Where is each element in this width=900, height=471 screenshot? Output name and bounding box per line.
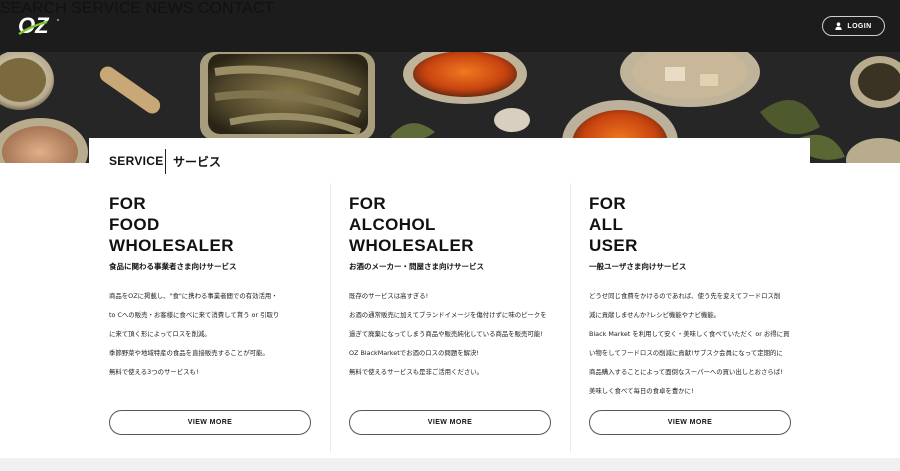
card-heading: FOR FOOD WHOLESALER bbox=[109, 194, 234, 255]
card-heading: FOR ALCOHOL WHOLESALER bbox=[349, 194, 474, 255]
user-icon bbox=[835, 22, 843, 30]
card-tagline: お酒のメーカー・問屋さま向けサービス bbox=[349, 262, 484, 271]
nav-news[interactable]: NEWS bbox=[146, 0, 194, 17]
right-margin bbox=[810, 163, 900, 471]
card-description: 商品をOZに掲載し、"食"に携わる事業者間での有効活用・ to Cへの販売・お客… bbox=[109, 292, 280, 376]
card-tagline: 一般ユーザさま向けサービス bbox=[589, 262, 687, 271]
view-more-button-alcohol[interactable]: VIEW MORE bbox=[349, 410, 551, 435]
login-button[interactable]: LOGIN bbox=[822, 16, 885, 36]
nav-contact[interactable]: CONTACT bbox=[198, 0, 274, 17]
card-heading: FOR ALL USER bbox=[589, 194, 638, 255]
section-title: SERVICE bbox=[109, 154, 164, 168]
view-more-button-user[interactable]: VIEW MORE bbox=[589, 410, 791, 435]
footer-band bbox=[0, 458, 900, 471]
service-card-food: FOR FOOD WHOLESALER 食品に関わる事業者さま向けサービス 商品… bbox=[89, 183, 329, 453]
oz-logo[interactable]: OZ bbox=[17, 12, 61, 40]
section-divider bbox=[165, 149, 166, 174]
service-card-user: FOR ALL USER 一般ユーザさま向けサービス どうせ同じ食費をかけるので… bbox=[569, 183, 809, 453]
view-more-button-food[interactable]: VIEW MORE bbox=[109, 410, 311, 435]
left-margin bbox=[0, 163, 89, 471]
card-description: どうせ同じ食費をかけるのであれば、使う先を変えてフードロス削 減に貢献しませんか… bbox=[589, 292, 790, 395]
card-description: 既存のサービスは高すぎる! お酒の通常販売に加えてブランドイメージを傷付けずに味… bbox=[349, 292, 547, 376]
service-card-alcohol: FOR ALCOHOL WHOLESALER お酒のメーカー・問屋さま向けサービ… bbox=[329, 183, 569, 453]
login-label: LOGIN bbox=[847, 22, 872, 30]
nav-service[interactable]: SERVICE bbox=[71, 0, 141, 17]
section-subtitle: サービス bbox=[173, 155, 222, 169]
top-header: OZ SEARCH SERVICE NEWS CONTACT LOGIN bbox=[0, 0, 900, 52]
card-tagline: 食品に関わる事業者さま向けサービス bbox=[109, 262, 237, 271]
